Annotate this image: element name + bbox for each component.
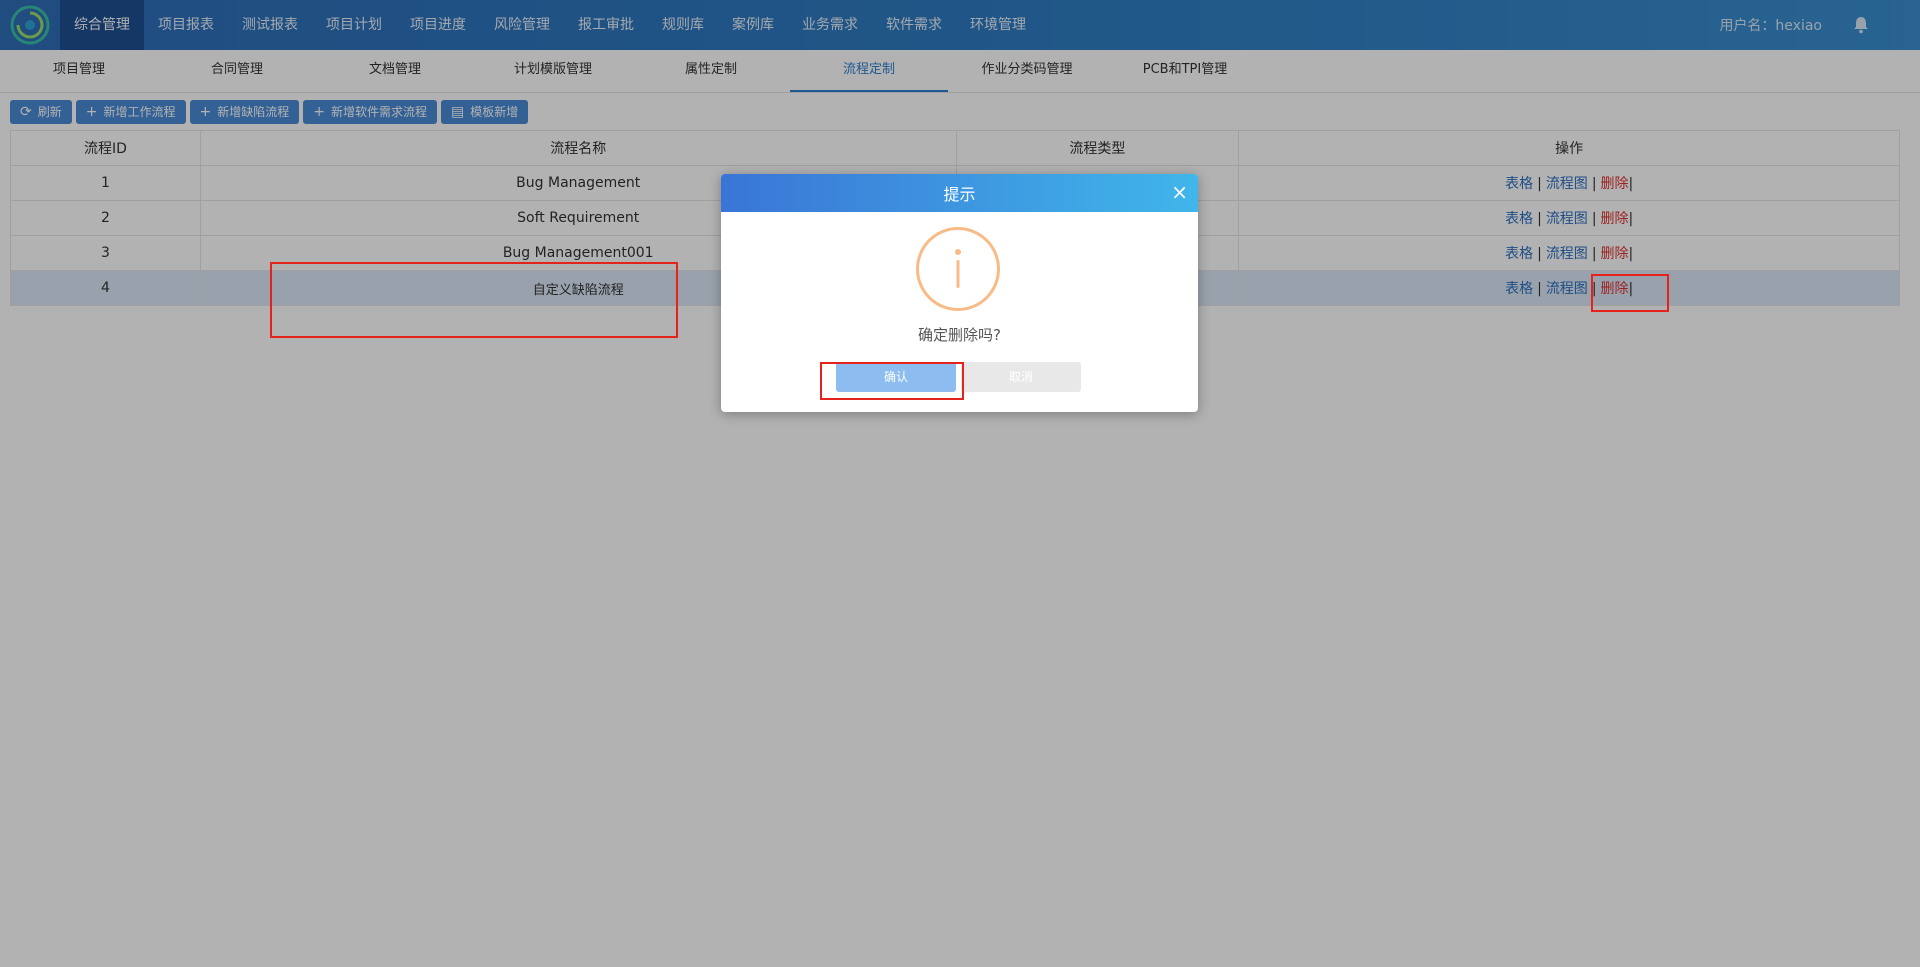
dialog-title: 提示 [943,185,976,204]
annotation-box-name [270,262,678,338]
cancel-button[interactable]: 取消 [961,362,1081,392]
dialog-header: 提示 × [721,174,1198,212]
modal-overlay [0,0,1920,967]
dialog-message: 确定删除吗? [918,326,1001,344]
info-icon [916,227,1000,311]
close-icon[interactable]: × [1171,182,1188,202]
annotation-box-delete [1591,274,1669,312]
annotation-box-confirm [820,362,964,400]
